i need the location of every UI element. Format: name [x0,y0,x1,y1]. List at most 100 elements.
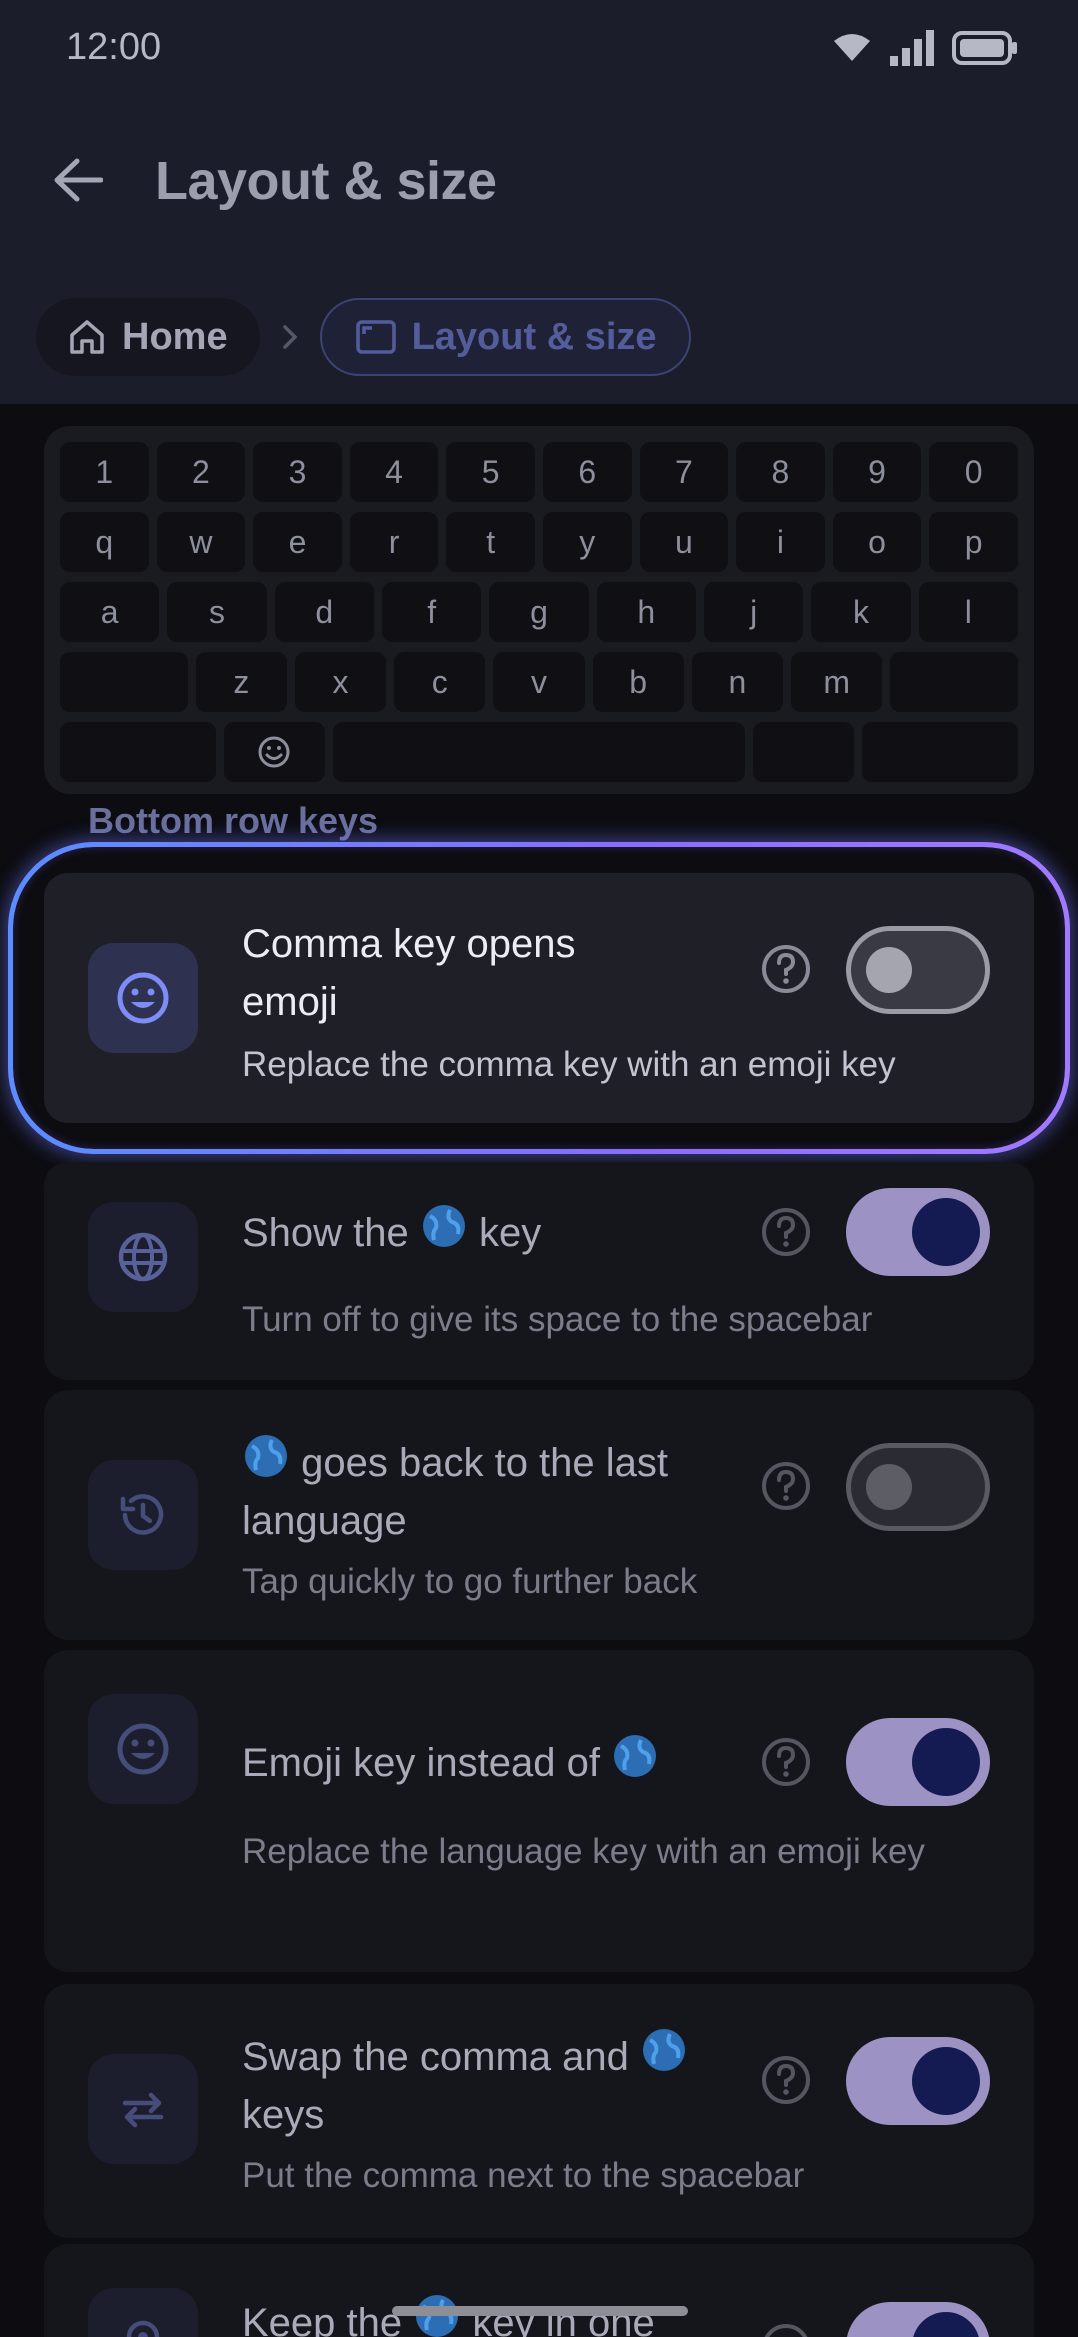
setting-emoji-instead-of-globe[interactable]: Emoji key instead of Replace the languag… [44,1650,1034,1972]
home-indicator[interactable] [392,2306,688,2316]
key: b [592,652,684,712]
breadcrumb: Home Layout & size [36,298,691,376]
status-icons [832,30,1018,66]
setting-title: Emoji key instead of [242,1732,762,1792]
period-key [753,722,854,782]
globe-emoji-icon [643,2029,685,2071]
globe-emoji-icon [614,1735,657,1777]
setting-subtitle: Turn off to give its space to the spaceb… [242,1300,873,1339]
toggle-knob [912,2047,980,2115]
key: c [394,652,486,712]
setting-icon-box [88,943,198,1053]
top-app-bar: 12:00 Layout & size Home Layout & size [0,0,1078,404]
toggle-knob [912,2312,980,2337]
smiley-icon [117,1723,169,1775]
key: 0 [929,442,1018,502]
toggle-switch[interactable] [846,1718,990,1806]
key: n [691,652,784,712]
keyboard-row-numbers: 1 2 3 4 5 6 7 8 9 0 [60,442,1018,502]
setting-title-text: goes back to the last language [242,1441,669,1543]
layout-icon [355,320,396,354]
setting-title: goes back to the last language [242,1432,702,1550]
key: a [60,582,160,642]
key: u [639,512,729,572]
toggle-switch[interactable] [846,2302,990,2337]
key: v [493,652,585,712]
setting-title-text: keys [242,2093,325,2137]
toggle-switch[interactable] [846,926,990,1014]
help-icon[interactable] [760,1460,812,1512]
globe-emoji-icon [422,1205,465,1247]
key: g [489,582,589,642]
key: s [167,582,267,642]
key: r [349,512,439,572]
key: w [156,512,246,572]
toggle-switch[interactable] [846,1443,990,1531]
enter-key [862,722,1019,782]
key: 5 [446,442,535,502]
toggle-knob [866,1464,912,1510]
key: j [703,582,804,642]
help-icon[interactable] [760,1736,812,1788]
key: y [542,512,632,572]
setting-show-globe-key[interactable]: Show the key Turn off to give its space … [44,1162,1034,1380]
signal-icon [890,30,934,66]
wifi-icon [834,34,870,61]
key: l [918,582,1018,642]
shift-key [60,652,188,712]
setting-title: Comma key opens emoji [242,922,576,1024]
setting-title-text: key [479,1211,542,1255]
globe-icon [118,1232,168,1282]
keyboard-row-top: q w e r t y u i o p [60,512,1018,572]
key: 7 [639,442,729,502]
key: k [811,582,911,642]
key: z [195,652,287,712]
key: i [736,512,825,572]
key: 3 [253,442,342,502]
keyboard-row-space [60,722,1019,782]
spacebar-key [332,722,746,782]
key: d [274,582,374,642]
help-icon[interactable] [760,1206,812,1258]
key: 9 [832,442,922,502]
smiley-icon [258,736,290,768]
breadcrumb-home-label: Home [122,315,228,358]
backspace-key [890,652,1018,712]
breadcrumb-home[interactable]: Home [36,298,260,376]
breadcrumb-current[interactable]: Layout & size [319,298,691,376]
key: h [596,582,696,642]
setting-keep-globe-key[interactable]: Keep the key in one [44,2244,1034,2337]
symbols-key [60,722,217,782]
toggle-knob [866,947,912,993]
help-icon[interactable] [760,2054,812,2106]
key: 8 [736,442,825,502]
keyboard-row-bottom-letters: z x c v b n m [60,652,1018,712]
key: q [60,512,149,572]
setting-icon-box [88,2054,198,2164]
battery-icon [952,31,1017,65]
setting-subtitle: Replace the comma key with an emoji key [242,1045,896,1084]
setting-swap-comma-globe[interactable]: Swap the comma and keys Put the comma ne… [44,1984,1034,2238]
keyboard-row-home: a s d f g h j k l [60,582,1018,642]
setting-title: Swap the comma and keys [242,2026,702,2144]
key: o [832,512,922,572]
history-icon [120,1494,164,1535]
key: 2 [156,442,246,502]
section-label: Bottom row keys [88,800,379,841]
help-icon[interactable] [760,2322,812,2337]
status-bar: 12:00 [0,0,1078,96]
setting-globe-last-language[interactable]: goes back to the last language Tap quick… [44,1390,1034,1640]
breadcrumb-separator [260,323,320,351]
setting-comma-emoji[interactable]: Comma key opens emoji Replace the comma … [44,873,1034,1123]
back-button[interactable] [48,150,108,210]
toggle-switch[interactable] [846,1188,990,1276]
toggle-knob [912,1198,980,1266]
toggle-switch[interactable] [846,2037,990,2125]
setting-icon-box [88,1694,198,1804]
page-title: Layout & size [155,151,497,211]
status-time: 12:00 [66,26,162,68]
setting-title: Show the key [242,1202,742,1262]
toggle-knob [912,1728,980,1796]
help-icon[interactable] [760,943,812,995]
setting-title-text: Emoji key instead of [242,1741,600,1785]
